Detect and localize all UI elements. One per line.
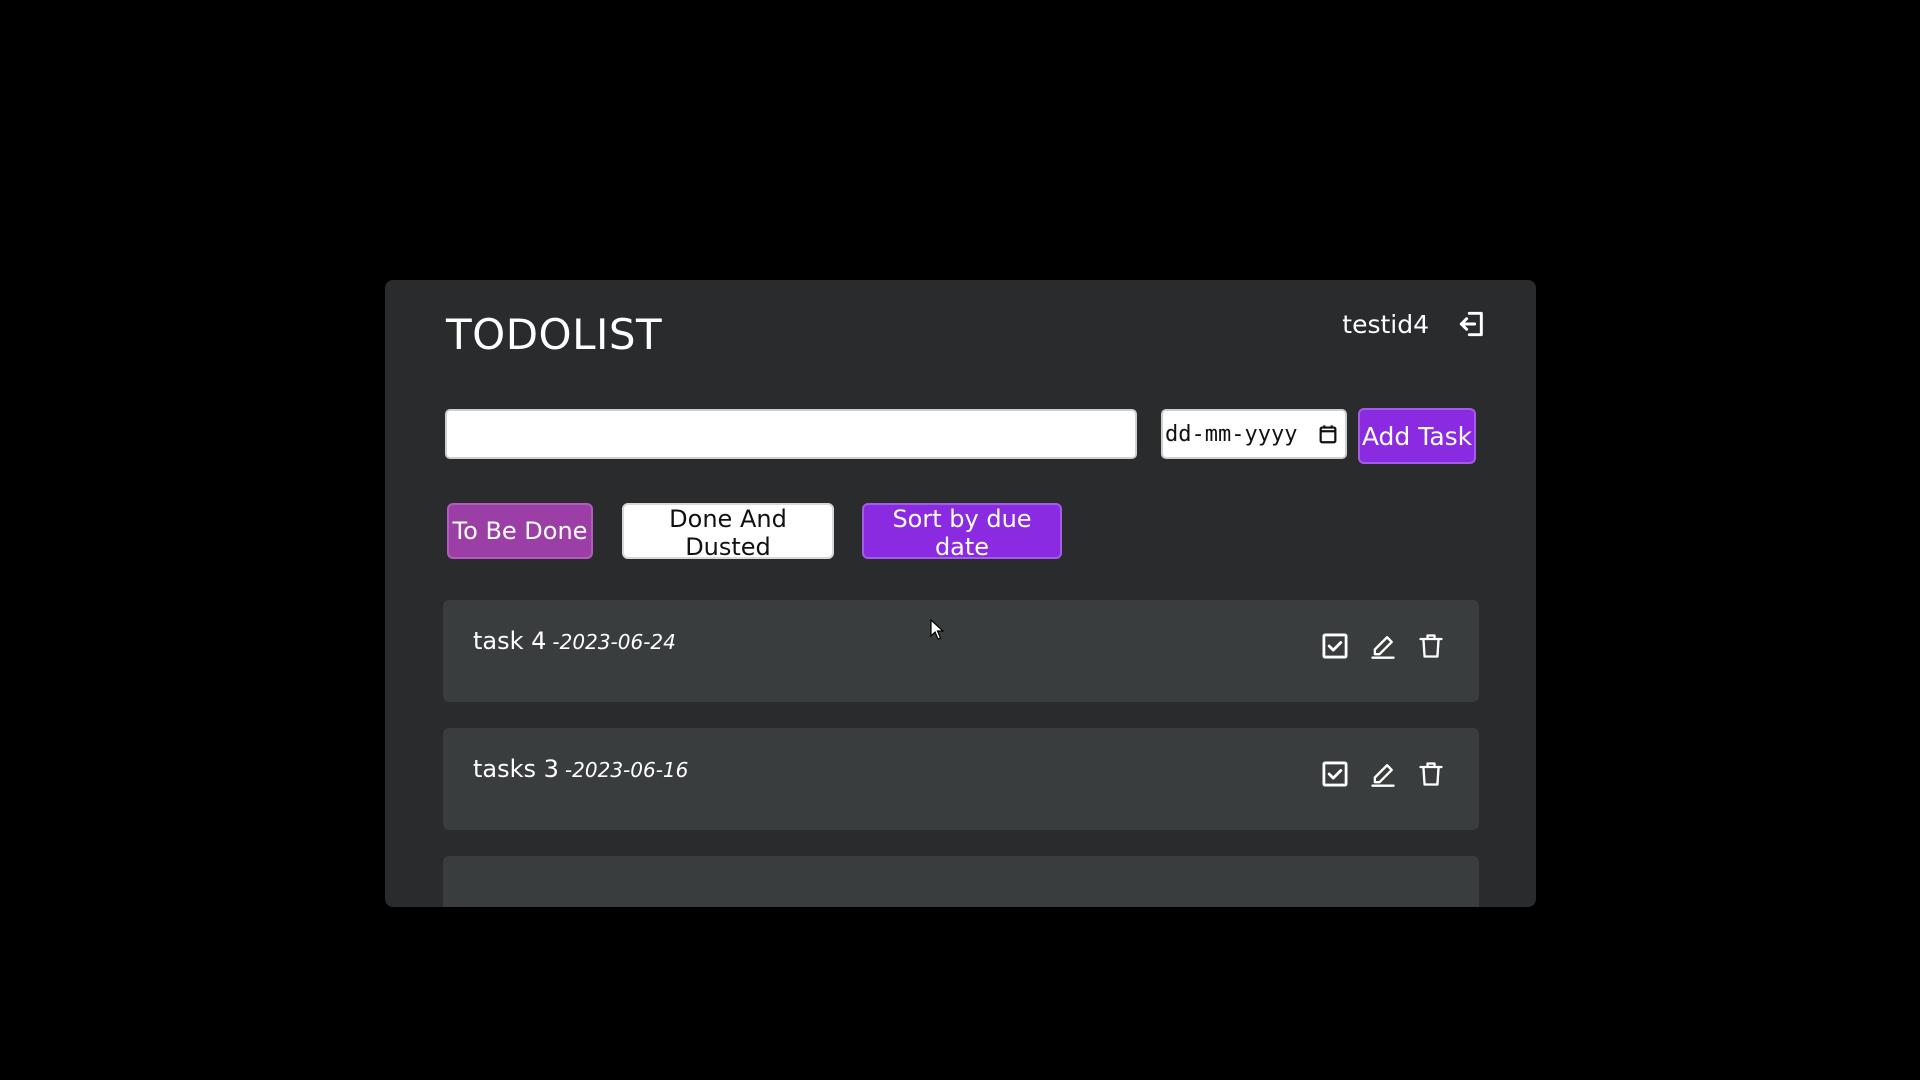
task-actions <box>1321 760 1445 788</box>
trash-icon <box>1419 634 1443 658</box>
task-list: task 4 -2023-06-24 tasks 3 -2023-06-16 <box>443 600 1479 907</box>
task-text: task 4 -2023-06-24 <box>473 627 676 655</box>
todo-card: TODOLIST testid4 dd-mm-yyyy Add Task To … <box>385 280 1536 907</box>
complete-button[interactable] <box>1321 632 1349 660</box>
calendar-icon[interactable] <box>1317 423 1339 445</box>
done-and-dusted-button[interactable]: Done And Dusted <box>622 503 834 561</box>
task-name: task 4 <box>473 627 547 655</box>
trash-icon <box>1419 762 1443 786</box>
due-date-input[interactable]: dd-mm-yyyy <box>1161 409 1347 459</box>
task-item: task 4 -2023-06-24 <box>443 600 1479 702</box>
task-due-date: -2023-06-24 <box>552 630 676 654</box>
delete-button[interactable] <box>1417 760 1445 788</box>
task-name: tasks 3 <box>473 755 559 783</box>
complete-button[interactable] <box>1321 760 1349 788</box>
task-item: tasks 3 -2023-06-16 <box>443 728 1479 830</box>
pencil-icon <box>1371 636 1395 659</box>
to-be-done-button[interactable]: To Be Done <box>447 503 593 559</box>
sort-by-due-date-button[interactable]: Sort by due date <box>862 503 1062 561</box>
task-text: tasks 3 -2023-06-16 <box>473 755 688 783</box>
add-task-button[interactable]: Add Task <box>1358 408 1476 464</box>
logout-icon <box>1459 311 1483 337</box>
check-square-icon <box>1322 633 1348 659</box>
task-actions <box>1321 632 1445 660</box>
check-square-icon <box>1322 761 1348 787</box>
date-placeholder: dd-mm-yyyy <box>1165 421 1298 447</box>
pencil-icon <box>1371 764 1395 787</box>
edit-button[interactable] <box>1369 760 1397 788</box>
mouse-cursor-icon <box>930 619 945 640</box>
user-area: testid4 <box>1342 307 1489 341</box>
edit-button[interactable] <box>1369 632 1397 660</box>
task-due-date: -2023-06-16 <box>564 758 689 782</box>
task-item-partial <box>443 856 1479 907</box>
logout-button[interactable] <box>1455 307 1489 341</box>
page-title: TODOLIST <box>446 310 663 359</box>
task-input[interactable] <box>445 409 1137 459</box>
username: testid4 <box>1342 309 1429 339</box>
delete-button[interactable] <box>1417 632 1445 660</box>
